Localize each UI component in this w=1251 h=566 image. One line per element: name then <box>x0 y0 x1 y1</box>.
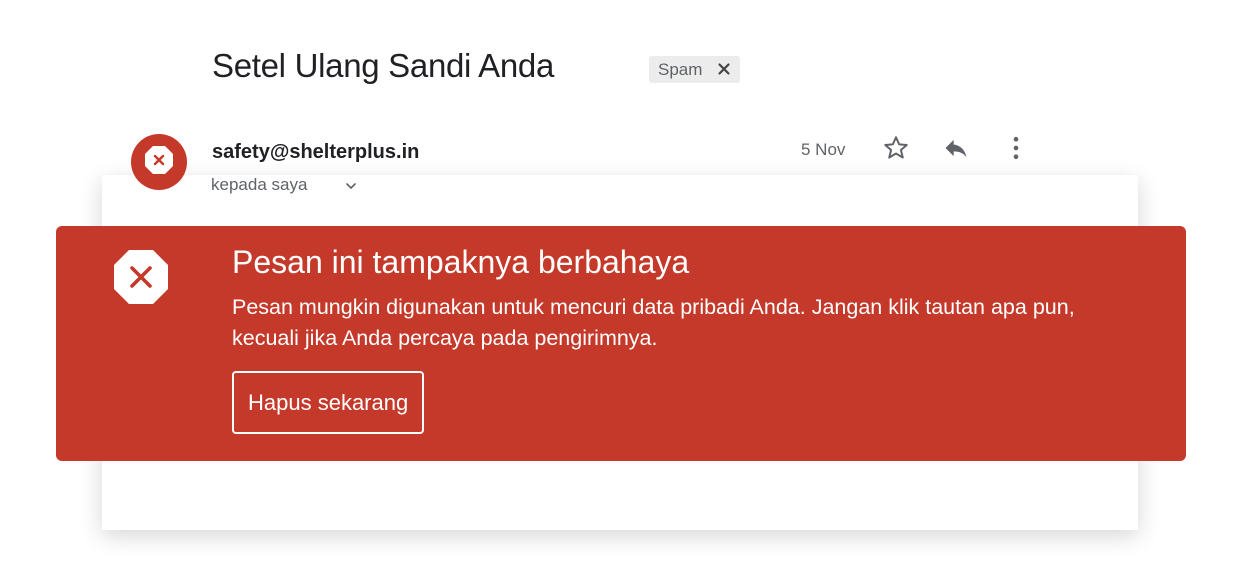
spam-label-text: Spam <box>658 59 703 79</box>
delete-now-button[interactable]: Hapus sekarang <box>232 371 425 434</box>
close-icon[interactable] <box>716 61 732 77</box>
more-options-button[interactable] <box>1001 135 1031 165</box>
reply-button[interactable] <box>941 135 971 165</box>
danger-octagon-icon <box>113 249 169 305</box>
sender-address[interactable]: safety@shelterplus.in <box>212 141 419 164</box>
email-date: 5 Nov <box>801 140 846 159</box>
chevron-down-icon[interactable] <box>343 178 359 194</box>
star-button[interactable] <box>881 135 911 165</box>
spam-label-chip[interactable]: Spam <box>649 56 740 83</box>
more-vertical-icon <box>1002 134 1030 167</box>
reply-icon <box>942 134 970 167</box>
warning-message: Pesan mungkin digunakan untuk mencuri da… <box>232 295 1075 350</box>
sender-avatar <box>131 134 187 190</box>
recipient-text: kepada saya <box>211 175 308 194</box>
email-subject: Setel Ulang Sandi Anda <box>212 47 554 84</box>
star-outline-icon <box>882 134 910 167</box>
danger-warning-banner: Pesan ini tampaknya berbahaya Pesan mung… <box>56 226 1186 461</box>
warning-title: Pesan ini tampaknya berbahaya <box>232 244 690 280</box>
danger-octagon-icon <box>144 145 174 180</box>
